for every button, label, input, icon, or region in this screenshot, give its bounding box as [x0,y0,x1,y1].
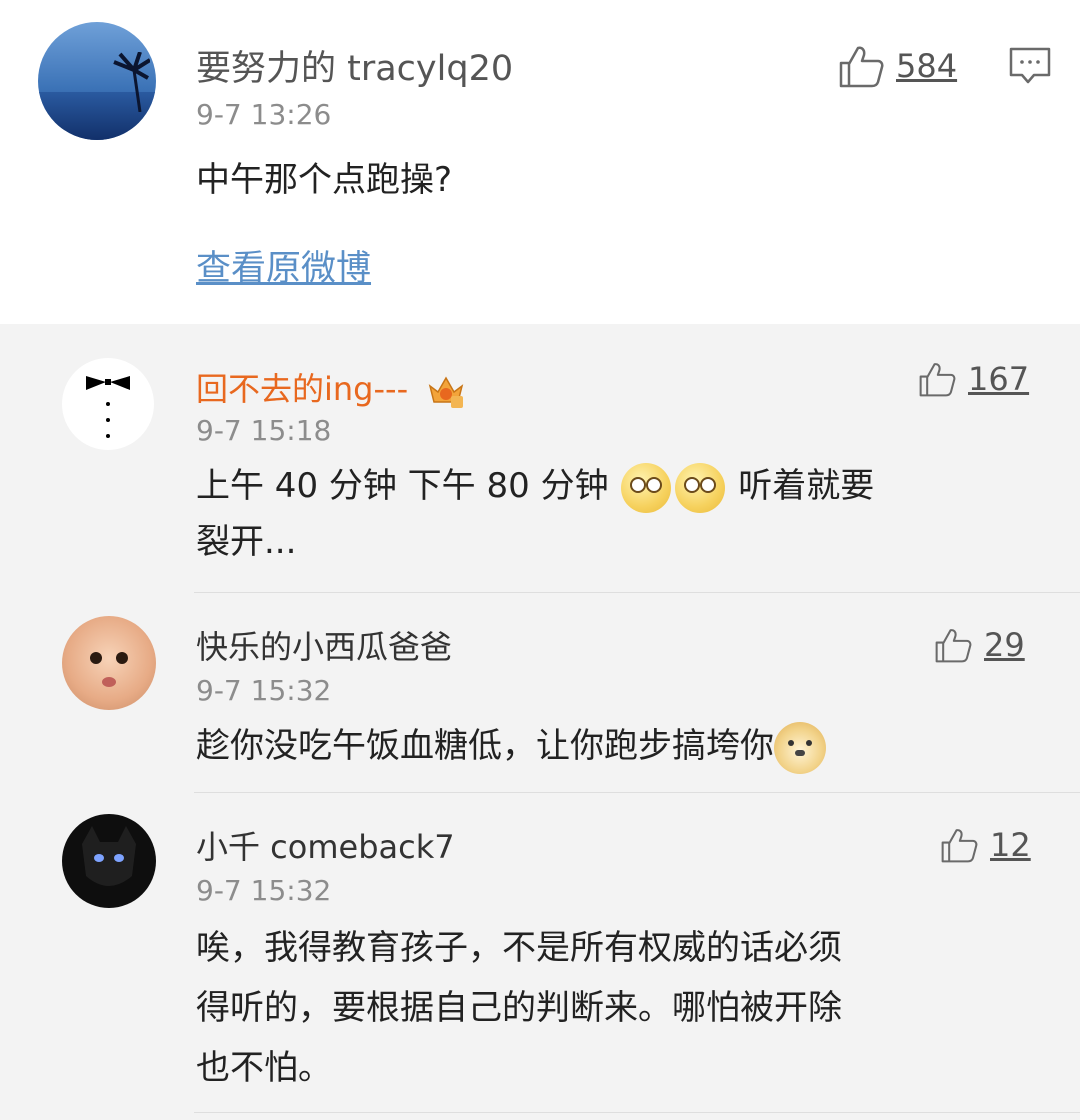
baby-face-icon [90,652,128,687]
reply-text: 唉，我得教育孩子，不是所有权威的话必须 得听的，要根据自己的判断来。哪怕被开除 … [196,918,842,1098]
black-cat-icon [82,826,136,886]
reply-time: 9-7 15:18 [196,414,332,447]
divider [194,792,1080,793]
reply-avatar[interactable] [62,814,156,908]
reply-text-line: 得听的，要根据自己的判断来。哪怕被开除 [196,988,842,1028]
like-count: 29 [984,626,1025,664]
thumbs-up-icon [935,629,972,663]
comment-time: 9-7 13:26 [196,98,332,131]
comment-bubble-icon[interactable] [1008,46,1052,86]
bowtie-icon [86,376,130,438]
reply-list: 回不去的ing--- 9-7 15:18 上午 40 分钟 下午 80 分钟 听… [0,324,1080,1120]
divider [194,592,1080,593]
reply-text-part: 听着就要 [738,466,875,506]
like-count: 167 [968,360,1030,398]
comment-text: 中午那个点跑操? [196,160,453,200]
user-avatar[interactable] [38,22,156,140]
reply-username[interactable]: 快乐的小西瓜爸爸 [196,622,452,668]
dizzy-face-emoji [621,462,672,513]
reply-text: 上午 40 分钟 下午 80 分钟 听着就要 裂开... [196,458,1016,570]
thumbs-up-icon [919,363,956,397]
like-button[interactable]: 167 [918,360,1029,398]
palm-tree-icon [113,52,150,112]
reply-avatar[interactable] [62,616,156,710]
view-original-link[interactable]: 查看原微博 [196,240,371,291]
reply-time: 9-7 15:32 [196,874,332,907]
like-button[interactable]: 29 [934,626,1025,664]
reply-text: 趁你没吃午饭血糖低，让你跑步搞垮你 [196,718,826,774]
reply-username-text[interactable]: 回不去的ing--- [196,370,408,408]
like-button[interactable]: 584 [838,44,957,88]
vip-crown-badge-icon [429,376,464,408]
reply-text-part: 裂开... [196,522,297,562]
thumbs-up-icon [941,829,978,863]
reply-username[interactable]: 回不去的ing--- [196,364,466,410]
thumbs-up-icon [839,46,884,88]
doge-emoji [774,721,826,774]
divider [194,1112,1080,1113]
reply-text-line: 唉，我得教育孩子，不是所有权威的话必须 [196,928,842,968]
like-button[interactable]: 12 [940,826,1031,864]
main-comment: 要努力的 tracylq20 9-7 13:26 中午那个点跑操? 查看原微博 … [0,0,1080,324]
like-count: 12 [990,826,1031,864]
like-count: 584 [896,47,958,85]
reply-text-part: 上午 40 分钟 下午 80 分钟 [196,466,609,506]
reply-username[interactable]: 小千 comeback7 [196,822,455,868]
reply-time: 9-7 15:32 [196,674,332,707]
reply-text-part: 趁你没吃午饭血糖低，让你跑步搞垮你 [196,726,774,766]
reply-avatar[interactable] [62,358,154,450]
reply-text-line: 也不怕。 [196,1048,332,1088]
dizzy-face-emoji [675,462,726,513]
username[interactable]: 要努力的 tracylq20 [196,40,513,91]
